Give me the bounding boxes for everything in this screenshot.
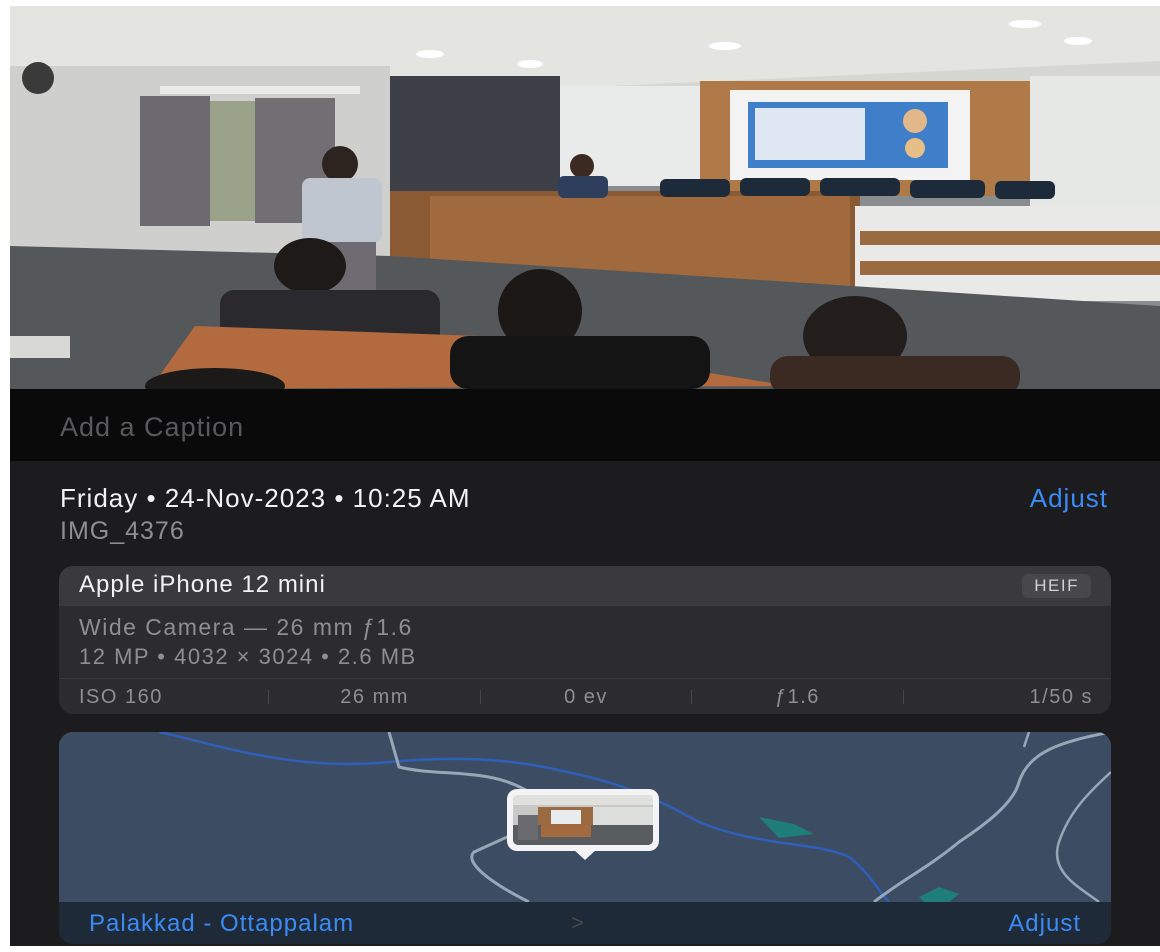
adjust-date-button[interactable]: Adjust	[1030, 483, 1108, 514]
location-map[interactable]	[59, 732, 1111, 902]
exif-row: ISO 160 26 mm 0 ev ƒ1.6 1/50 s	[59, 678, 1111, 714]
location-map-card: Palakkad - Ottappalam > Adjust	[59, 732, 1111, 944]
lens-info: Wide Camera — 26 mm ƒ1.6	[79, 614, 413, 640]
camera-model: Apple iPhone 12 mini	[79, 571, 326, 598]
location-footer: Palakkad - Ottappalam > Adjust	[59, 902, 1111, 944]
exif-exposure-bias: 0 ev	[564, 685, 608, 708]
map-pin-pointer	[573, 849, 597, 860]
map-photo-pin[interactable]	[507, 789, 659, 851]
camera-card-header: Apple iPhone 12 mini HEIF	[59, 566, 1111, 606]
photo-info-panel: Friday • 24-Nov-2023 • 10:25 AM Adjust I…	[10, 461, 1160, 946]
caption-bar	[10, 389, 1160, 461]
adjust-location-button[interactable]: Adjust	[1008, 910, 1081, 938]
thumbnail-image	[513, 795, 653, 845]
chevron-right-icon: >	[571, 910, 584, 935]
exif-aperture: ƒ1.6	[774, 685, 820, 708]
photo-image	[10, 6, 1160, 389]
map-photo-thumbnail	[513, 795, 653, 845]
file-name: IMG_4376	[60, 517, 185, 545]
camera-info-card: Apple iPhone 12 mini HEIF Wide Camera — …	[59, 566, 1111, 714]
exif-iso: ISO 160	[79, 685, 163, 708]
capture-date: Friday • 24-Nov-2023 • 10:25 AM	[60, 483, 471, 513]
exif-shutter-speed: 1/50 s	[1029, 685, 1094, 708]
photo-info-screen: Friday • 24-Nov-2023 • 10:25 AM Adjust I…	[10, 6, 1160, 946]
location-name-link[interactable]: Palakkad - Ottappalam	[89, 910, 354, 938]
format-badge: HEIF	[1022, 574, 1091, 598]
image-specs: 12 MP • 4032 × 3024 • 2.6 MB	[79, 644, 417, 669]
caption-input[interactable]	[60, 407, 760, 447]
photo-preview[interactable]	[10, 6, 1160, 389]
exif-focal-length: 26 mm	[340, 685, 409, 708]
